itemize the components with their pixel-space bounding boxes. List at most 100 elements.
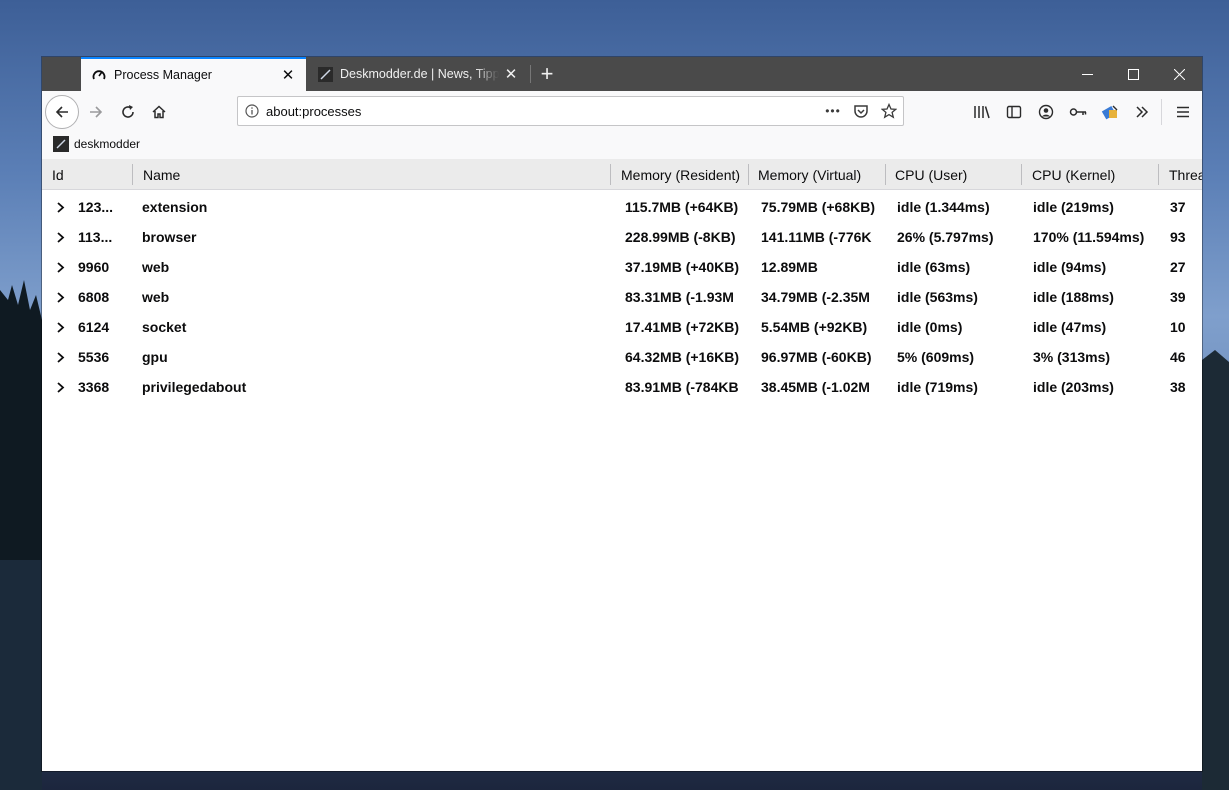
passwords-button[interactable] — [1062, 96, 1094, 128]
tab-divider — [530, 65, 531, 83]
bookmark-deskmodder[interactable]: deskmodder — [53, 136, 140, 152]
memory-virtual: 75.79MB (+68KB) — [761, 199, 875, 215]
page-actions-icon[interactable]: ••• — [819, 97, 847, 125]
column-separator[interactable] — [748, 164, 749, 185]
app-menu-button[interactable] — [1167, 96, 1199, 128]
column-header-threads[interactable]: Threads — [1169, 159, 1202, 190]
process-id: 6808 — [78, 289, 110, 305]
column-header-cpu-kernel[interactable]: CPU (Kernel) — [1032, 159, 1156, 190]
memory-virtual: 96.97MB (-60KB) — [761, 349, 872, 365]
deskmodder-favicon-icon — [317, 66, 333, 82]
tab-process-manager[interactable]: Process Manager ✕ — [81, 57, 306, 91]
library-icon — [974, 106, 990, 119]
info-icon[interactable] — [238, 104, 266, 118]
process-name: socket — [142, 319, 187, 335]
new-tab-button[interactable]: + — [534, 61, 560, 87]
table-row[interactable]: 6124 socket 17.41MB (+72KB) 5.54MB (+92KB) i… — [42, 312, 1202, 342]
sidebar-button[interactable] — [998, 96, 1030, 128]
column-separator[interactable] — [132, 164, 133, 185]
expand-chevron-icon[interactable] — [53, 252, 67, 282]
process-name: browser — [142, 229, 197, 245]
forward-button[interactable] — [80, 96, 112, 128]
process-name: gpu — [142, 349, 168, 365]
table-header: Id Name Memory (Resident) Memory (Virtua… — [42, 159, 1202, 190]
tab-title: Process Manager — [114, 68, 212, 82]
expand-chevron-icon[interactable] — [53, 312, 67, 342]
cpu-kernel: idle (47ms) — [1033, 319, 1107, 335]
expand-chevron-icon[interactable] — [53, 282, 67, 312]
memory-virtual: 141.11MB (-776K — [761, 229, 872, 245]
table-row[interactable]: 5536 gpu 64.32MB (+16KB) 96.97MB (-60KB) 5% … — [42, 342, 1202, 372]
cpu-kernel: idle (188ms) — [1033, 289, 1114, 305]
close-window-button[interactable] — [1156, 57, 1202, 91]
expand-chevron-icon[interactable] — [53, 192, 67, 222]
table-row[interactable]: 9960 web 37.19MB (+40KB) 12.89MB idle (63ms)… — [42, 252, 1202, 282]
bookmark-label: deskmodder — [74, 137, 141, 151]
cpu-user: 5% (609ms) — [897, 349, 975, 365]
column-separator[interactable] — [1021, 164, 1022, 185]
bookmark-star-icon[interactable] — [875, 97, 903, 125]
column-header-name[interactable]: Name — [143, 159, 603, 190]
thread-count: 46 — [1170, 349, 1186, 365]
overflow-menu-button[interactable] — [1126, 96, 1158, 128]
tab-deskmodder[interactable]: Deskmodder.de | News, Tipps und ✕ — [307, 57, 529, 91]
process-id: 5536 — [78, 349, 110, 365]
gauge-icon — [91, 67, 107, 83]
memory-resident: 83.91MB (-784KB — [625, 379, 739, 395]
library-button[interactable] — [966, 96, 998, 128]
expand-chevron-icon[interactable] — [53, 222, 67, 252]
browser-window: Process Manager ✕ Deskmodder.de | News, … — [42, 57, 1202, 771]
column-header-memory-virtual[interactable]: Memory (Virtual) — [758, 159, 884, 190]
close-tab-icon[interactable]: ✕ — [499, 62, 523, 86]
table-row[interactable]: 113... browser 228.99MB (-8KB) 141.11MB (-7… — [42, 222, 1202, 252]
bookmarks-toolbar: deskmodder — [42, 132, 1202, 159]
back-button[interactable] — [45, 95, 79, 129]
process-name: extension — [142, 199, 208, 215]
account-button[interactable] — [1030, 96, 1062, 128]
thread-count: 10 — [1170, 319, 1186, 335]
table-row[interactable]: 3368 privilegedabout 83.91MB (-784KB 38.45M… — [42, 372, 1202, 402]
tab-title: Deskmodder.de | News, Tipps und — [340, 67, 499, 81]
maximize-button[interactable] — [1110, 57, 1156, 91]
tab-strip: Process Manager ✕ Deskmodder.de | News, … — [42, 57, 1202, 91]
arrow-left-icon — [55, 106, 68, 118]
column-header-cpu-user[interactable]: CPU (User) — [895, 159, 1019, 190]
process-id: 113... — [78, 229, 113, 245]
deskmodder-favicon-icon — [53, 136, 69, 152]
url-bar[interactable]: ••• — [237, 96, 904, 126]
memory-resident: 17.41MB (+72KB) — [625, 319, 739, 335]
extension-button[interactable] — [1094, 96, 1126, 128]
expand-chevron-icon[interactable] — [53, 342, 67, 372]
process-id: 3368 — [78, 379, 110, 395]
reload-button[interactable] — [112, 96, 144, 128]
column-header-memory-resident[interactable]: Memory (Resident) — [621, 159, 747, 190]
cpu-user: idle (719ms) — [897, 379, 978, 395]
home-button[interactable] — [143, 96, 175, 128]
thread-count: 38 — [1170, 379, 1186, 395]
process-name: web — [142, 259, 170, 275]
cpu-user: idle (0ms) — [897, 319, 963, 335]
thread-count: 27 — [1170, 259, 1186, 275]
table-row[interactable]: 123... extension 115.7MB (+64KB) 75.79MB (+… — [42, 192, 1202, 222]
process-name: web — [142, 289, 170, 305]
column-header-id[interactable]: Id — [52, 159, 122, 190]
column-separator[interactable] — [885, 164, 886, 185]
toolbar-separator — [1161, 99, 1162, 125]
cpu-kernel: idle (219ms) — [1033, 199, 1114, 215]
process-name: privilegedabout — [142, 379, 247, 395]
close-tab-icon[interactable]: ✕ — [276, 63, 300, 87]
minimize-button[interactable] — [1064, 57, 1110, 91]
expand-chevron-icon[interactable] — [53, 372, 67, 402]
table-row[interactable]: 6808 web 83.31MB (-1.93M 34.79MB (-2.35M idl… — [42, 282, 1202, 312]
process-id: 9960 — [78, 259, 110, 275]
cpu-kernel: 170% (11.594ms) — [1033, 229, 1145, 245]
pocket-icon[interactable] — [847, 97, 875, 125]
arrow-right-icon — [90, 106, 103, 118]
column-separator[interactable] — [1158, 164, 1159, 185]
cpu-user: idle (563ms) — [897, 289, 978, 305]
url-input[interactable] — [266, 98, 819, 124]
extension-icon — [1101, 105, 1118, 120]
memory-virtual: 38.45MB (-1.02M — [761, 379, 870, 395]
key-icon — [1069, 108, 1087, 116]
column-separator[interactable] — [610, 164, 611, 185]
